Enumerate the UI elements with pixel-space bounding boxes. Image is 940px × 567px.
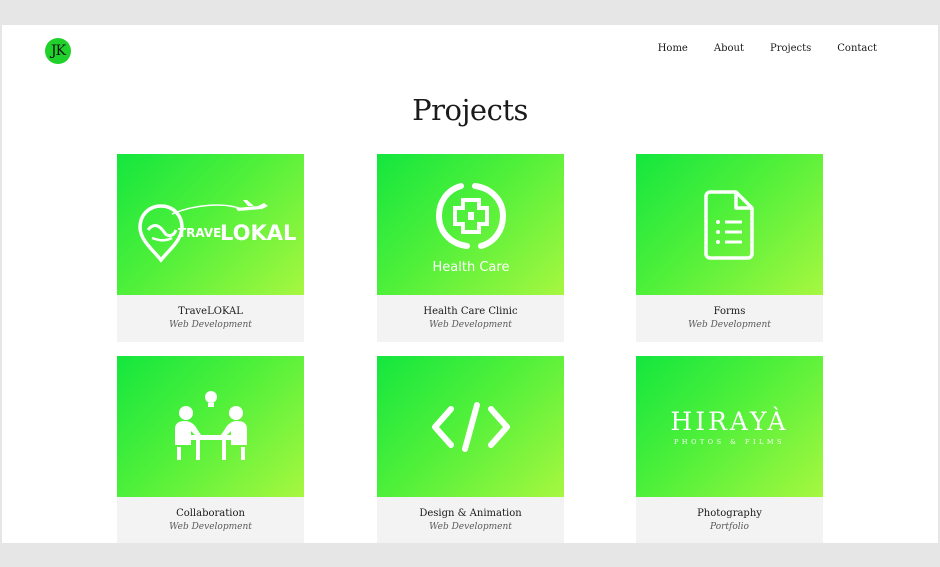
project-thumbnail: HIRAYÀ PHOTOS & FILMS <box>636 356 823 497</box>
hiraya-logo: HIRAYÀ PHOTOS & FILMS <box>670 407 788 446</box>
project-category: Web Development <box>169 320 252 330</box>
project-caption: Forms Web Development <box>636 295 823 342</box>
hiraya-logo-subtext: PHOTOS & FILMS <box>674 438 785 446</box>
travelokal-logo-icon: TRAVE LOKAL <box>137 199 296 263</box>
project-thumbnail: TRAVE LOKAL <box>117 154 304 295</box>
project-caption: Photography Portfolio <box>636 497 823 543</box>
health-care-logo-icon: Health Care <box>432 182 509 275</box>
project-thumbnail <box>117 356 304 497</box>
project-category: Portfolio <box>710 522 749 532</box>
hiraya-logo-text: HIRAYÀ <box>670 407 789 436</box>
nav-projects[interactable]: Projects <box>770 43 811 54</box>
nav-home[interactable]: Home <box>658 43 688 54</box>
project-category: Web Development <box>429 320 512 330</box>
logo-text: JK <box>50 43 66 59</box>
project-thumbnail: Health Care <box>377 154 564 295</box>
project-card-travelokal[interactable]: TRAVE LOKAL TraveLOKAL Web Development <box>117 154 304 342</box>
collaboration-icon <box>174 390 247 460</box>
nav-contact[interactable]: Contact <box>837 43 877 54</box>
project-caption: Design & Animation Web Development <box>377 497 564 543</box>
project-card-health-care-clinic[interactable]: Health Care Health Care Clinic Web Devel… <box>377 154 564 342</box>
project-name: Health Care Clinic <box>423 306 518 317</box>
project-name: Photography <box>697 508 762 519</box>
page: JK Home About Projects Contact Projects … <box>2 25 938 543</box>
project-name: Forms <box>713 306 746 317</box>
project-name: Design & Animation <box>419 508 522 519</box>
project-card-photography[interactable]: HIRAYÀ PHOTOS & FILMS Photography Portfo… <box>636 356 823 543</box>
health-care-logo-text: Health Care <box>432 260 509 275</box>
project-caption: Health Care Clinic Web Development <box>377 295 564 342</box>
project-category: Web Development <box>429 522 512 532</box>
travelokal-logo-text-1: TRAVE <box>178 226 221 240</box>
project-card-collaboration[interactable]: Collaboration Web Development <box>117 356 304 543</box>
project-thumbnail <box>377 356 564 497</box>
project-name: TraveLOKAL <box>178 306 243 317</box>
travelokal-logo-text-2: LOKAL <box>220 221 296 245</box>
site-logo[interactable]: JK <box>45 38 71 64</box>
main-nav: Home About Projects Contact <box>658 43 877 54</box>
code-icon <box>431 401 510 452</box>
document-icon <box>703 189 754 260</box>
project-category: Web Development <box>169 522 252 532</box>
project-card-design-animation[interactable]: Design & Animation Web Development <box>377 356 564 543</box>
project-caption: Collaboration Web Development <box>117 497 304 543</box>
project-thumbnail <box>636 154 823 295</box>
project-name: Collaboration <box>176 508 245 519</box>
project-category: Web Development <box>688 320 771 330</box>
page-title: Projects <box>412 93 528 127</box>
project-card-forms[interactable]: Forms Web Development <box>636 154 823 342</box>
project-caption: TraveLOKAL Web Development <box>117 295 304 342</box>
nav-about[interactable]: About <box>714 43 744 54</box>
